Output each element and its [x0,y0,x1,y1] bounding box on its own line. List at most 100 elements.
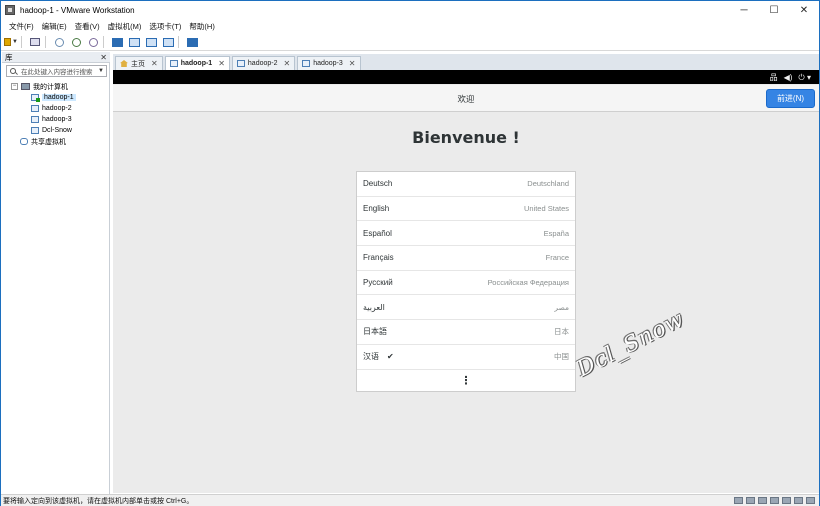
fullscreen-button[interactable] [144,36,158,48]
library-search-input[interactable]: 在此处键入内容进行搜索 ▼ [6,65,107,77]
tree-label: hadoop-2 [42,105,72,112]
printer-icon[interactable] [770,497,779,504]
tree-label: Dcl-Snow [42,127,72,134]
minimize-button[interactable]: ─ [729,1,759,19]
usb-icon[interactable] [806,497,815,504]
menu-vm[interactable]: 虚拟机(M) [104,21,146,32]
display-icon[interactable] [794,497,803,504]
language-row-arabic[interactable]: العربية مصر [357,295,575,321]
title-bar: hadoop-1 - VMware Workstation ─ ☐ ✕ [1,1,819,19]
language-region: Deutschland [527,179,569,189]
language-name: English [363,204,390,214]
tab-hadoop-1[interactable]: hadoop-1 ✕ [164,56,230,70]
tab-close-button[interactable]: ✕ [284,59,291,68]
chevron-down-icon[interactable]: ▼ [98,68,104,74]
unity-button[interactable] [161,36,175,48]
power-dropdown-button[interactable]: ▼ [4,36,18,48]
language-region: United States [523,204,569,214]
menu-help[interactable]: 帮助(H) [185,21,218,32]
snapshot-button[interactable] [52,36,66,48]
tree-label: 我的计算机 [33,83,68,91]
shared-vm-icon [20,138,28,145]
menu-file[interactable]: 文件(F) [5,21,38,32]
tree-item-hadoop-3[interactable]: hadoop-3 [2,114,109,125]
collapse-toggle[interactable]: − [11,83,18,90]
network-adapter-icon[interactable] [758,497,767,504]
language-name: 日本語 [363,327,387,337]
tab-close-button[interactable]: ✕ [151,59,158,68]
vm-icon [31,116,39,123]
snapshot-manager-button[interactable] [86,36,100,48]
vmware-app-icon [5,5,15,15]
fullscreen-icon [145,37,157,47]
toolbar-divider [103,36,104,48]
tree-item-hadoop-1[interactable]: hadoop-1 [2,92,109,103]
tree-label: 共享虚拟机 [31,138,66,146]
send-ctrl-alt-del-button[interactable] [28,36,42,48]
search-placeholder: 在此处键入内容进行搜索 [21,69,93,76]
home-icon [120,60,128,67]
language-row-francais[interactable]: Français France [357,246,575,271]
language-row-deutsch[interactable]: Deutsch Deutschland [357,172,575,197]
hard-disk-icon[interactable] [734,497,743,504]
console-view-icon [186,37,198,47]
pause-icon [4,38,12,46]
show-library-button[interactable] [110,36,124,48]
language-name-selected: 汉语 ✔ [363,351,394,362]
guest-status-area[interactable]: 品 ◀) ⏻ ▾ [764,72,811,83]
close-button[interactable]: ✕ [789,1,819,19]
library-view-icon [111,37,123,47]
cd-rom-icon[interactable] [746,497,755,504]
library-close-button[interactable]: ✕ [100,53,107,62]
tab-label: hadoop-2 [247,60,278,67]
tab-close-button[interactable]: ✕ [349,59,356,68]
more-languages-button[interactable]: ⋮ [357,370,575,391]
maximize-button[interactable]: ☐ [759,1,789,19]
tab-label: hadoop-3 [313,60,343,67]
tree-label: hadoop-3 [42,116,72,123]
guest-header-bar: 欢迎 前进(N) [113,85,819,112]
language-region: 中国 [554,352,569,362]
network-icon: 品 [769,73,778,82]
snapshot-icon [54,37,64,47]
revert-icon [71,37,81,47]
menu-edit[interactable]: 编辑(E) [38,21,71,32]
tab-hadoop-2[interactable]: hadoop-2 ✕ [231,56,296,70]
language-name: 汉语 [363,352,379,362]
language-row-russian[interactable]: Русский Российская Федерация [357,271,575,296]
revert-snapshot-button[interactable] [69,36,83,48]
check-icon: ✔ [387,352,394,362]
keyboard-icon [30,38,40,46]
language-row-japanese[interactable]: 日本語 日本 [357,320,575,345]
tab-close-button[interactable]: ✕ [218,59,225,68]
menu-tabs[interactable]: 选项卡(T) [145,21,185,32]
menu-view[interactable]: 查看(V) [71,21,104,32]
thumbnail-bar-button[interactable] [127,36,141,48]
window-controls: ─ ☐ ✕ [729,1,819,19]
language-name: العربية [363,302,385,312]
window-title: hadoop-1 - VMware Workstation [20,5,135,15]
tab-hadoop-3[interactable]: hadoop-3 ✕ [297,56,361,70]
guest-top-bar: 品 ◀) ⏻ ▾ [113,70,819,84]
language-name: Español [363,228,392,238]
tab-home[interactable]: 主页 ✕ [115,56,163,70]
volume-icon: ◀) [783,73,793,82]
console-view-button[interactable] [185,36,199,48]
language-row-english[interactable]: English United States [357,197,575,222]
language-row-chinese[interactable]: 汉语 ✔ 中国 [357,345,575,370]
toolbar-divider [178,36,179,48]
computer-icon [21,83,30,90]
language-row-espanol[interactable]: Español España [357,221,575,247]
vm-console[interactable]: 品 ◀) ⏻ ▾ 欢迎 前进(N) Bienvenue ! Deutsch De… [113,70,819,493]
tree-label: hadoop-1 [42,94,76,101]
tree-item-my-computer[interactable]: − 我的计算机 [2,81,109,92]
library-header: 库 ✕ [2,52,110,63]
tree-item-shared-vms[interactable]: 共享虚拟机 [2,136,109,147]
tree-item-hadoop-2[interactable]: hadoop-2 [2,103,109,114]
menu-bar: 文件(F) 编辑(E) 查看(V) 虚拟机(M) 选项卡(T) 帮助(H) [1,20,819,33]
sound-card-icon[interactable] [782,497,791,504]
device-status-icons [731,497,815,504]
next-button[interactable]: 前进(N) [766,89,815,108]
tree-item-dcl-snow[interactable]: Dcl-Snow [2,125,109,136]
toolbar-divider [45,36,46,48]
